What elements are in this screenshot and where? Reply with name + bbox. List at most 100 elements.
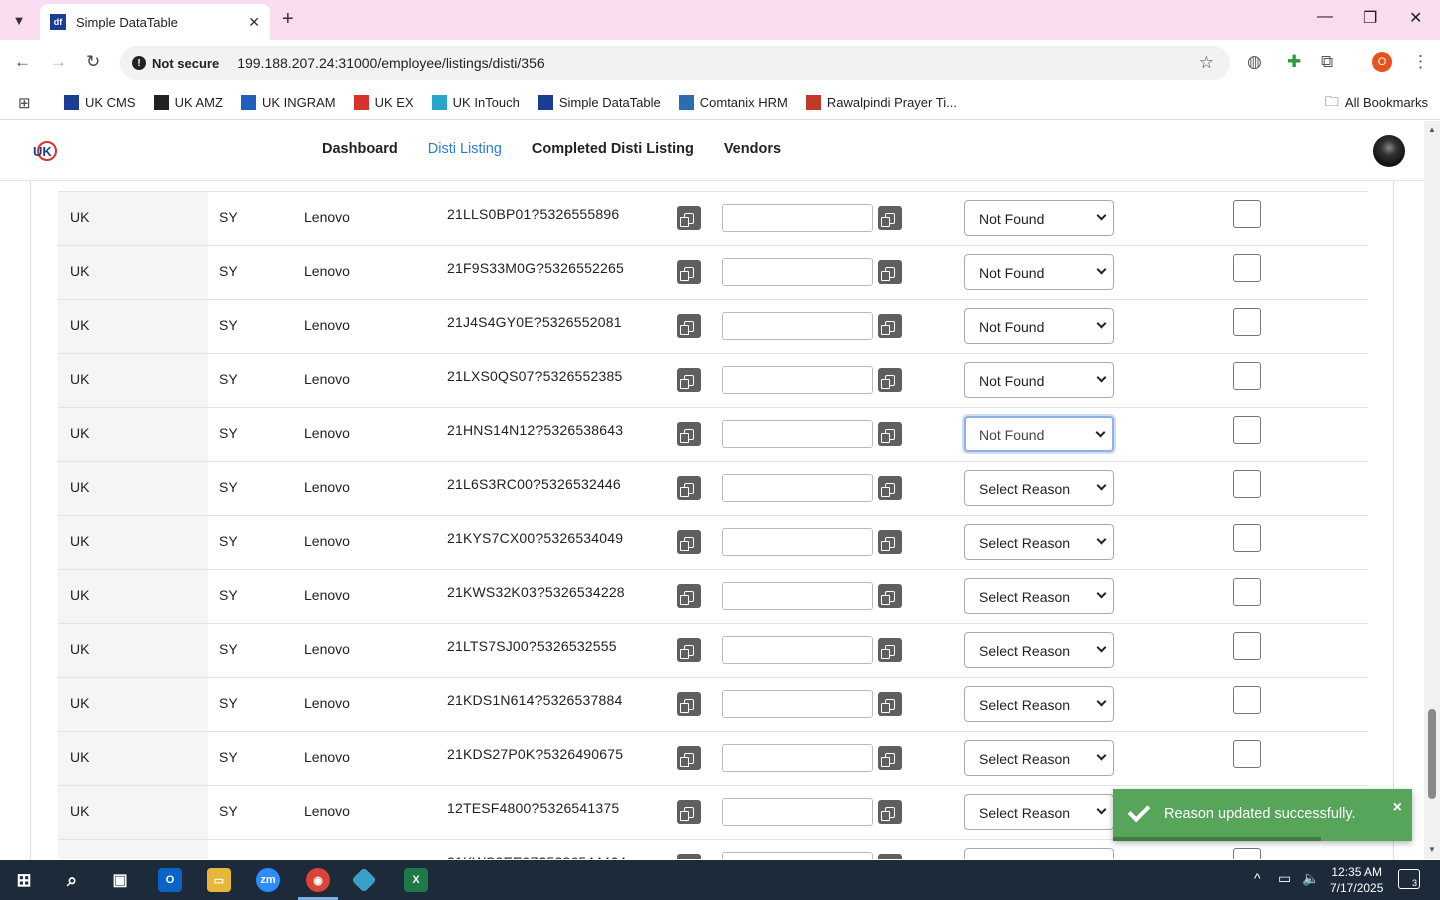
address-bar[interactable]: ! Not secure 199.188.207.24:31000/employ… [120, 46, 1230, 80]
done-checkbox[interactable] [1233, 524, 1261, 552]
value-input[interactable] [722, 528, 873, 556]
copy-sku-button[interactable] [677, 260, 701, 284]
all-bookmarks-button[interactable]: 🗀 All Bookmarks [1325, 91, 1428, 115]
paste-value-button[interactable] [878, 476, 902, 500]
done-checkbox[interactable] [1233, 740, 1261, 768]
outlook-icon[interactable]: O [158, 868, 182, 892]
bookmark-item[interactable]: UK EX [353, 95, 414, 110]
value-input[interactable] [722, 798, 873, 826]
copy-sku-button[interactable] [677, 584, 701, 608]
done-checkbox[interactable] [1233, 200, 1261, 228]
done-checkbox[interactable] [1233, 686, 1261, 714]
paste-value-button[interactable] [878, 368, 902, 392]
close-tab-icon[interactable]: ✕ [248, 14, 260, 31]
paste-value-button[interactable] [878, 530, 902, 554]
reason-select[interactable]: Not Found [964, 416, 1114, 452]
nav-item-disti-listing[interactable]: Disti Listing [428, 141, 502, 157]
done-checkbox[interactable] [1233, 848, 1261, 859]
minimize-button[interactable]: — [1317, 8, 1333, 26]
copy-sku-button[interactable] [677, 692, 701, 716]
paste-value-button[interactable] [878, 746, 902, 770]
browser-tab[interactable]: df Simple DataTable ✕ [40, 4, 270, 40]
done-checkbox[interactable] [1233, 362, 1261, 390]
zoom-icon[interactable]: zm [256, 868, 280, 892]
paste-value-button[interactable] [878, 800, 902, 824]
paste-value-button[interactable] [878, 206, 902, 230]
copy-sku-button[interactable] [677, 368, 701, 392]
done-checkbox[interactable] [1233, 254, 1261, 282]
search-icon[interactable]: ⌕ [60, 868, 84, 892]
puzzle-extensions-icon[interactable]: ⧉ [1321, 52, 1333, 72]
done-checkbox[interactable] [1233, 308, 1261, 336]
value-input[interactable] [722, 582, 873, 610]
bookmark-item[interactable]: UK INGRAM [240, 95, 336, 110]
value-input[interactable] [722, 258, 873, 286]
value-input[interactable] [722, 690, 873, 718]
reason-select[interactable]: Select Reason [964, 794, 1114, 830]
chrome-icon[interactable]: ◉ [306, 868, 330, 892]
apps-grid-icon[interactable]: ⊞ [18, 94, 38, 112]
close-window-button[interactable]: ✕ [1409, 8, 1422, 28]
reload-button[interactable]: ↻ [86, 52, 100, 72]
value-input[interactable] [722, 852, 873, 859]
bookmark-star-icon[interactable]: ☆ [1199, 53, 1214, 73]
reason-select[interactable]: Not Found [964, 308, 1114, 344]
bookmark-item[interactable]: UK AMZ [153, 95, 223, 110]
scroll-thumb[interactable] [1428, 709, 1436, 799]
forward-button[interactable]: → [50, 52, 67, 72]
toast-close-button[interactable]: × [1393, 799, 1402, 817]
paste-value-button[interactable] [878, 314, 902, 338]
reason-select[interactable]: Not Found [964, 200, 1114, 236]
scroll-down-icon[interactable]: ▼ [1428, 845, 1436, 854]
app-diamond-icon[interactable] [351, 867, 377, 893]
excel-icon[interactable]: X [404, 868, 428, 892]
done-checkbox[interactable] [1233, 416, 1261, 444]
reason-select[interactable]: Select Reason [964, 524, 1114, 560]
copy-sku-button[interactable] [677, 206, 701, 230]
file-explorer-icon[interactable]: ▭ [207, 868, 231, 892]
paste-value-button[interactable] [878, 584, 902, 608]
bookmark-item[interactable]: UK InTouch [431, 95, 520, 110]
uk-logo-icon[interactable]: UK [32, 139, 58, 163]
value-input[interactable] [722, 474, 873, 502]
new-tab-button[interactable]: + [282, 8, 294, 31]
reason-select[interactable]: Select Reason [964, 740, 1114, 776]
reason-select[interactable]: Not Found [964, 254, 1114, 290]
system-clock[interactable]: 12:35 AM 7/17/2025 [1330, 864, 1383, 896]
reason-select[interactable]: Select Reason [964, 686, 1114, 722]
value-input[interactable] [722, 744, 873, 772]
extension-icon[interactable]: ✚ [1287, 52, 1301, 72]
notification-center-icon[interactable]: 3 [1398, 869, 1420, 889]
security-chip[interactable]: ! Not secure [132, 56, 219, 71]
copy-sku-button[interactable] [677, 638, 701, 662]
bookmark-item[interactable]: Comtanix HRM [678, 95, 788, 110]
task-view-icon[interactable]: ▣ [108, 868, 132, 892]
restore-button[interactable]: ❐ [1363, 8, 1377, 28]
paste-value-button[interactable] [878, 854, 902, 859]
translate-icon[interactable]: ◍ [1247, 52, 1262, 72]
paste-value-button[interactable] [878, 260, 902, 284]
network-icon[interactable]: ▭ [1278, 870, 1291, 887]
reason-select[interactable]: Select Reason [964, 578, 1114, 614]
reason-select[interactable]: Select Reason [964, 848, 1114, 859]
browser-menu-icon[interactable]: ⋮ [1412, 52, 1429, 72]
copy-sku-button[interactable] [677, 422, 701, 446]
bookmark-item[interactable]: UK CMS [64, 95, 136, 110]
windows-start-icon[interactable]: ⊞ [12, 868, 36, 892]
done-checkbox[interactable] [1233, 470, 1261, 498]
nav-item-vendors[interactable]: Vendors [724, 141, 781, 157]
reason-select[interactable]: Select Reason [964, 632, 1114, 668]
volume-icon[interactable]: 🔈 [1302, 870, 1319, 887]
scroll-up-icon[interactable]: ▲ [1428, 125, 1436, 134]
nav-item-completed-disti-listing[interactable]: Completed Disti Listing [532, 141, 694, 157]
bookmark-item[interactable]: Simple DataTable [537, 95, 661, 110]
copy-sku-button[interactable] [677, 800, 701, 824]
bookmark-item[interactable]: Rawalpindi Prayer Ti... [805, 95, 957, 110]
copy-sku-button[interactable] [677, 530, 701, 554]
done-checkbox[interactable] [1233, 632, 1261, 660]
profile-avatar[interactable]: O [1372, 52, 1392, 72]
copy-sku-button[interactable] [677, 314, 701, 338]
nav-item-dashboard[interactable]: Dashboard [322, 141, 398, 157]
page-scrollbar[interactable]: ▲ ▼ [1424, 121, 1440, 859]
reason-select[interactable]: Not Found [964, 362, 1114, 398]
